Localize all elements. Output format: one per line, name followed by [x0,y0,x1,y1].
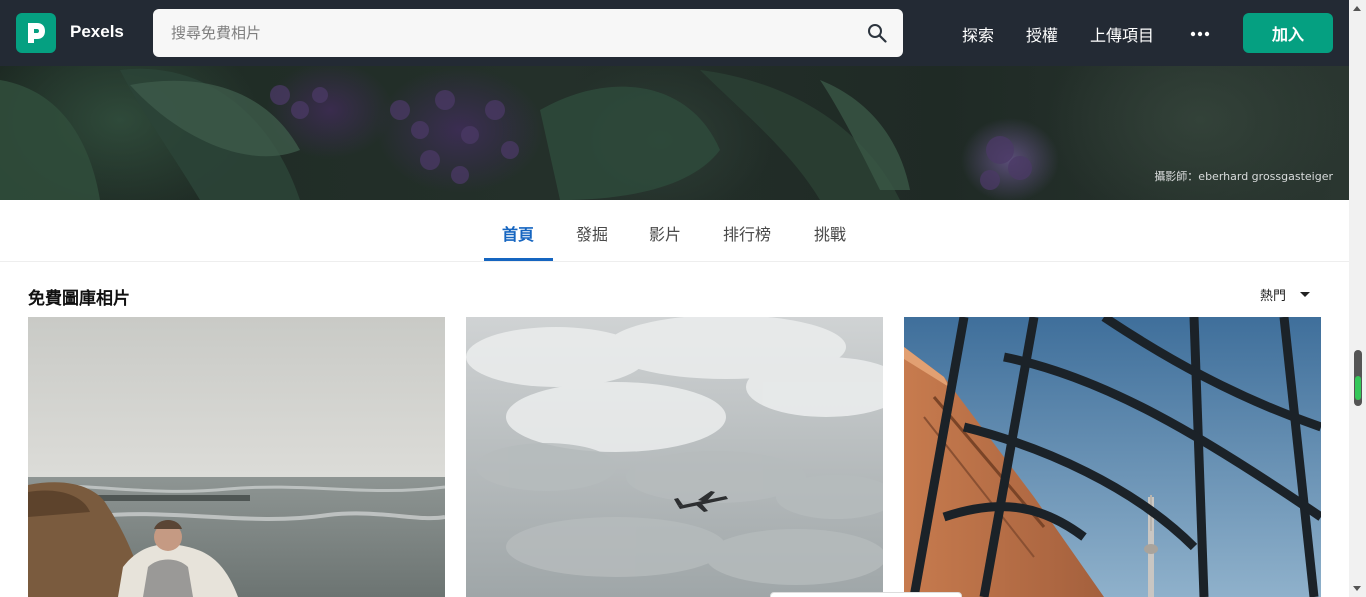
search-input[interactable] [153,9,843,57]
brand-name[interactable]: Pexels [70,22,124,42]
nav-explore-link[interactable]: 探索 [962,22,994,46]
active-tab-indicator [484,258,553,261]
sort-dropdown[interactable]: 熱門 [1260,285,1311,304]
caret-down-icon [1300,292,1311,297]
search-icon[interactable] [867,23,887,43]
scroll-thumb-accent [1355,376,1361,400]
top-navigation-bar: Pexels 探索 授權 上傳項目 加入 [0,0,1349,66]
page-scrollbar[interactable] [1349,0,1366,597]
scroll-up-arrow-icon[interactable] [1353,6,1361,11]
section-title: 免費圖庫相片 [28,289,130,309]
photo-card-2[interactable] [466,317,883,597]
more-dots-icon[interactable] [1190,31,1210,37]
tab-home[interactable]: 首頁 [502,221,534,245]
photo-man-by-sea [28,317,445,597]
scroll-down-arrow-icon[interactable] [1353,586,1361,591]
tab-videos[interactable]: 影片 [649,221,681,245]
photo-card-3[interactable] [904,317,1321,597]
search-bar[interactable] [153,9,903,57]
photo-card-1[interactable] [28,317,445,597]
bottom-popup [770,592,962,597]
nav-upload-link[interactable]: 上傳項目 [1090,22,1154,46]
sort-label: 熱門 [1260,289,1287,304]
tab-challenges[interactable]: 挑戰 [814,221,846,245]
hero-photo-credit[interactable]: 攝影師：eberhard grossgasteiger [1154,168,1333,184]
photo-airplane-in-clouds [466,317,883,597]
pexels-logo-icon[interactable] [16,13,56,53]
tab-leaderboard[interactable]: 排行榜 [723,221,771,245]
category-tabs: 首頁 發掘 影片 排行榜 挑戰 [0,200,1349,262]
nav-license-link[interactable]: 授權 [1026,22,1058,46]
tab-discover[interactable]: 發掘 [576,221,608,245]
logo-letter-icon [28,23,45,43]
join-button[interactable]: 加入 [1243,13,1333,53]
photo-building-tower-window [904,317,1321,597]
